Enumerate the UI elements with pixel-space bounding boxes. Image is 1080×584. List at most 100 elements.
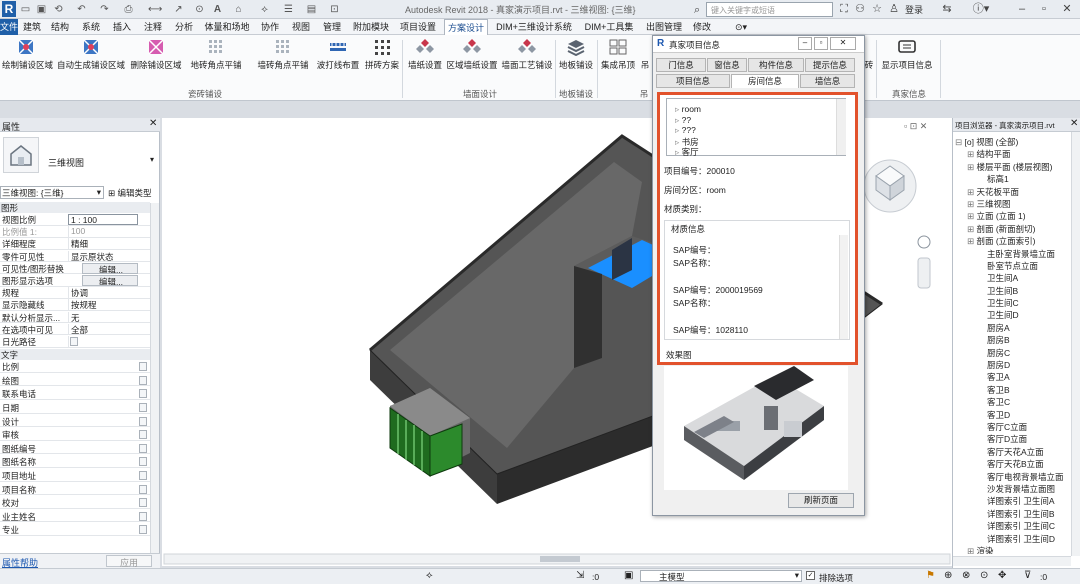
browser-item[interactable]: 卫生间D (955, 309, 1067, 321)
property-row[interactable]: 设计 (0, 416, 150, 428)
browser-hscrollbar[interactable] (953, 556, 1071, 566)
tab-dim-toolkit[interactable]: DIM+工具集 (580, 19, 638, 35)
tab-architecture[interactable]: 建筑 (20, 19, 44, 35)
property-group-text[interactable]: 文字 (0, 349, 150, 361)
text-icon[interactable]: A (211, 3, 224, 16)
property-row[interactable]: 日期 (0, 402, 150, 414)
close-icon[interactable]: ✕ (149, 118, 157, 129)
tree-item[interactable]: ▹ ??? (675, 125, 696, 136)
property-value[interactable]: 显示原状态 (68, 250, 138, 262)
tab-tip-info[interactable]: 提示信息 (805, 58, 855, 72)
sun-path-checkbox[interactable] (70, 337, 78, 346)
property-field[interactable] (139, 375, 147, 385)
refresh-page-button[interactable]: 刷新页面 (788, 493, 854, 508)
ceiling-partial-button[interactable]: 吊 (638, 38, 652, 74)
property-row[interactable]: 规程 协调 (0, 287, 150, 299)
tree-item[interactable]: ▹ ?? (675, 115, 691, 126)
room-tree[interactable]: ▹ room ▹ ?? ▹ ??? ▹ 书房 ▹ 客厅 (666, 98, 846, 157)
exclude-options-checkbox[interactable]: ✓ (806, 571, 815, 580)
property-value[interactable]: 精细 (68, 238, 138, 250)
tab-modify[interactable]: 修改 (690, 19, 714, 35)
tile-scheme-button[interactable]: 拼砖方案 (362, 38, 402, 74)
browser-item[interactable]: ⊞ 立面 (立面 1) (955, 210, 1067, 222)
redo-icon[interactable]: ↷ (98, 3, 111, 16)
tab-window-info[interactable]: 窗信息 (707, 58, 747, 72)
sync-icon[interactable]: ⟲ (52, 3, 65, 16)
tab-addins[interactable]: 附加模块 (351, 19, 391, 35)
selection-links-icon[interactable]: ⚑ (926, 570, 935, 581)
tab-project-settings[interactable]: 项目设置 (398, 19, 438, 35)
tree-expand-icon[interactable]: ▹ (675, 137, 682, 147)
tab-project-info[interactable]: 项目信息 (656, 74, 730, 88)
panel-wall-design[interactable]: 墙面设计 (440, 88, 520, 100)
property-row[interactable]: 绘图 (0, 375, 150, 387)
panel-ceiling[interactable]: 吊 (636, 88, 652, 100)
tree-item[interactable]: ▹ room (675, 104, 701, 115)
tab-file[interactable]: 文件 (0, 19, 18, 35)
print-icon[interactable]: ⎙ (122, 3, 135, 16)
worksharing-icon[interactable]: ⇲ (576, 570, 584, 581)
tab-view[interactable]: 视图 (289, 19, 313, 35)
browser-item[interactable]: 厨房D (955, 359, 1067, 371)
tab-scheme-design[interactable]: 方案设计 (444, 19, 488, 35)
exchange-icon[interactable]: ⇆ (940, 2, 954, 17)
property-field[interactable] (139, 498, 147, 508)
property-field[interactable] (139, 457, 147, 467)
view-selector-dropdown[interactable]: 三维视图: {三维} ▾ (0, 186, 104, 199)
delete-tile-area-button[interactable]: 删除铺设区域 (128, 38, 184, 74)
user-icon[interactable]: ♙ (887, 2, 901, 17)
material-scrollbar[interactable] (839, 235, 848, 339)
property-field[interactable] (139, 416, 147, 426)
workset-icon[interactable]: ⟡ (426, 570, 433, 581)
save-icon[interactable]: ▣ (35, 3, 48, 16)
property-row[interactable]: 可见性/图形替换 编辑... (0, 262, 150, 275)
browser-item[interactable]: 卫生间A (955, 272, 1067, 284)
property-row[interactable]: 校对 (0, 497, 150, 509)
floor-board-layout-button[interactable]: 地板铺设 (557, 38, 595, 74)
property-field[interactable] (139, 403, 147, 412)
browser-item[interactable]: 标高1 (955, 173, 1067, 185)
property-field[interactable] (139, 362, 147, 372)
show-project-info-button[interactable]: 显示项目信息 (878, 38, 936, 74)
minimize-icon[interactable]: – (798, 37, 812, 50)
type-dropdown-arrow-icon[interactable]: ▾ (150, 155, 154, 164)
property-row[interactable]: 比例 (0, 361, 150, 373)
apply-button[interactable]: 应用 (106, 555, 152, 568)
browser-item[interactable]: 详图索引 卫生间B (955, 508, 1067, 520)
browser-item[interactable]: 客厅C立面 (955, 421, 1067, 433)
property-row[interactable]: 项目名称 (0, 484, 150, 496)
design-option-icon[interactable]: ▣ (624, 570, 633, 581)
browser-item[interactable]: 卫生间C (955, 297, 1067, 309)
draw-tile-area-button[interactable]: 绘制铺设区域 (2, 38, 53, 74)
browser-item[interactable]: 厨房B (955, 334, 1067, 346)
tab-analyze[interactable]: 分析 (172, 19, 196, 35)
viewport-controls-icon[interactable]: ▫ ⊡ ✕ (904, 121, 927, 132)
select-by-face-icon[interactable]: ⊙ (980, 570, 988, 581)
browser-item[interactable]: 客厅D立面 (955, 433, 1067, 445)
browser-item[interactable]: ⊞ 天花板平面 (955, 186, 1067, 198)
tab-massing-site[interactable]: 体量和场地 (203, 19, 251, 35)
browser-item[interactable]: 客卫A (955, 371, 1067, 383)
property-field[interactable] (139, 484, 147, 494)
select-underlay-icon[interactable]: ⊕ (944, 570, 952, 581)
property-field[interactable] (139, 430, 147, 440)
browser-item[interactable]: 详图索引 卫生间A (955, 495, 1067, 507)
property-field[interactable] (139, 471, 147, 480)
browser-item[interactable]: 厨房C (955, 347, 1067, 359)
close-icon[interactable]: ✕ (1058, 2, 1076, 17)
browser-item[interactable]: 详图索引 卫生间C (955, 520, 1067, 532)
browser-item[interactable]: 厨房A (955, 322, 1067, 334)
property-row[interactable]: 图形显示选项 编辑... (0, 275, 150, 287)
restore-icon[interactable]: ▫ (814, 37, 828, 50)
close-icon[interactable]: ✕ (1070, 118, 1078, 129)
restore-icon[interactable]: ▫ (1037, 2, 1051, 17)
open-icon[interactable]: ▭ (19, 3, 32, 16)
thin-lines-icon[interactable]: ☰ (282, 3, 295, 16)
property-row[interactable]: 默认分析显示... 无 (0, 311, 150, 324)
tag-icon[interactable]: ⊙ (193, 3, 206, 16)
property-row[interactable]: 日光路径 (0, 336, 150, 348)
integrated-ceiling-button[interactable]: 集成吊顶 (599, 38, 637, 74)
browser-item[interactable]: ⊞ 剖面 (立面索引) (955, 235, 1067, 247)
property-value[interactable]: 按规程 (68, 299, 138, 311)
property-row[interactable]: 显示隐藏线 按规程 (0, 299, 150, 311)
